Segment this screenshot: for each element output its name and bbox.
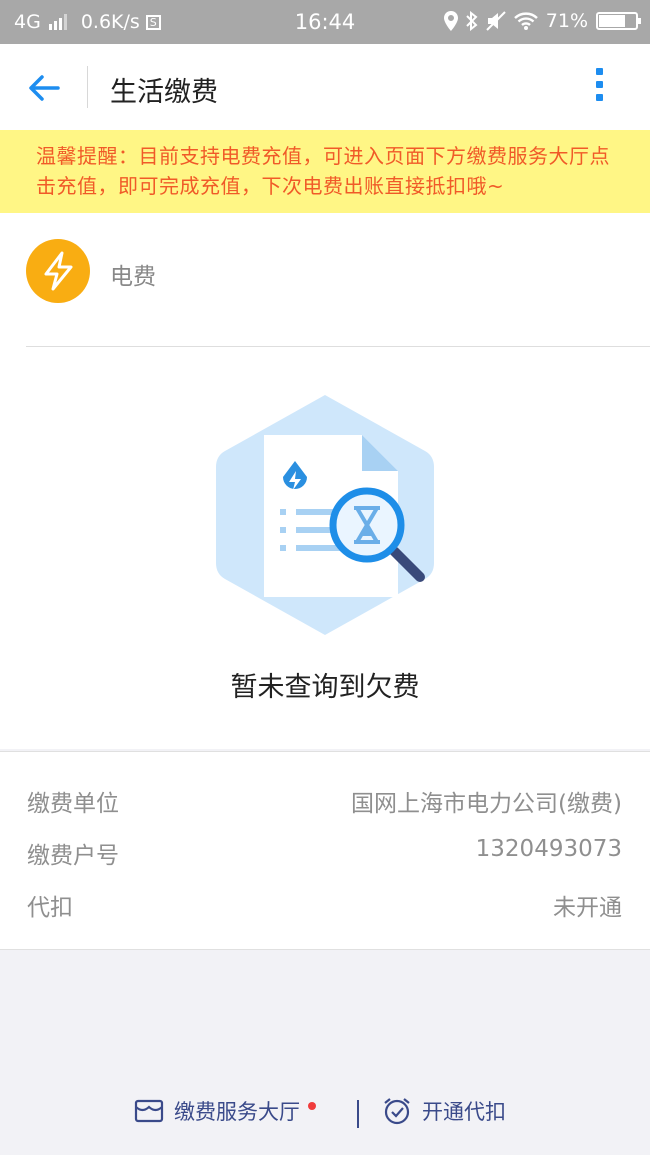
bill-card: 电费 暂未查询到欠费: [0, 213, 650, 749]
nav-divider: [87, 66, 88, 108]
empty-state-message: 暂未查询到欠费: [230, 672, 420, 703]
store-icon: [134, 1099, 164, 1123]
info-row-account: 缴费户号 1320493073: [27, 836, 622, 869]
battery-icon: [596, 12, 641, 30]
fee-type-label: 电费: [110, 264, 156, 290]
bottom-separator: [357, 1100, 359, 1128]
no-bill-illustration: [216, 395, 434, 635]
more-menu-icon[interactable]: [589, 68, 609, 108]
notice-banner: 温馨提醒：目前支持电费充值，可进入页面下方缴费服务大厅点击充值，即可完成充值，下…: [0, 130, 650, 213]
info-value: 未开通: [553, 895, 622, 921]
nav-bar: 生活缴费: [0, 44, 650, 130]
lightning-icon: [26, 239, 90, 303]
info-key: 缴费单位: [27, 791, 119, 817]
status-right: 71%: [443, 10, 641, 32]
mute-icon: [486, 11, 506, 31]
info-value: 国网上海市电力公司(缴费): [351, 791, 622, 817]
battery-percent: 71%: [545, 10, 588, 32]
info-value: 1320493073: [475, 836, 622, 862]
status-bar: 4G 0.6K/s S 16:44 71%: [0, 0, 650, 44]
back-arrow-icon[interactable]: [26, 70, 62, 106]
service-hall-label: 缴费服务大厅: [174, 1100, 300, 1124]
location-icon: [443, 11, 458, 31]
info-row-autopay: 代扣 未开通: [27, 888, 622, 921]
wifi-icon: [513, 12, 538, 30]
auto-pay-button[interactable]: 开通代扣: [382, 1096, 506, 1126]
service-hall-button[interactable]: 缴费服务大厅: [134, 1096, 316, 1126]
bluetooth-icon: [466, 11, 478, 31]
alarm-clock-icon: [384, 1098, 410, 1125]
page-title: 生活缴费: [110, 77, 218, 108]
info-key: 缴费户号: [27, 843, 119, 869]
info-key: 代扣: [27, 895, 73, 921]
info-row-company: 缴费单位 国网上海市电力公司(缴费): [27, 784, 622, 817]
notification-dot: [308, 1102, 316, 1110]
account-info: 缴费单位 国网上海市电力公司(缴费) 缴费户号 1320493073 代扣 未开…: [0, 751, 650, 950]
auto-pay-label: 开通代扣: [422, 1100, 506, 1124]
bottom-action-bar: 缴费服务大厅 开通代扣: [0, 1090, 650, 1136]
card-divider: [26, 346, 650, 347]
